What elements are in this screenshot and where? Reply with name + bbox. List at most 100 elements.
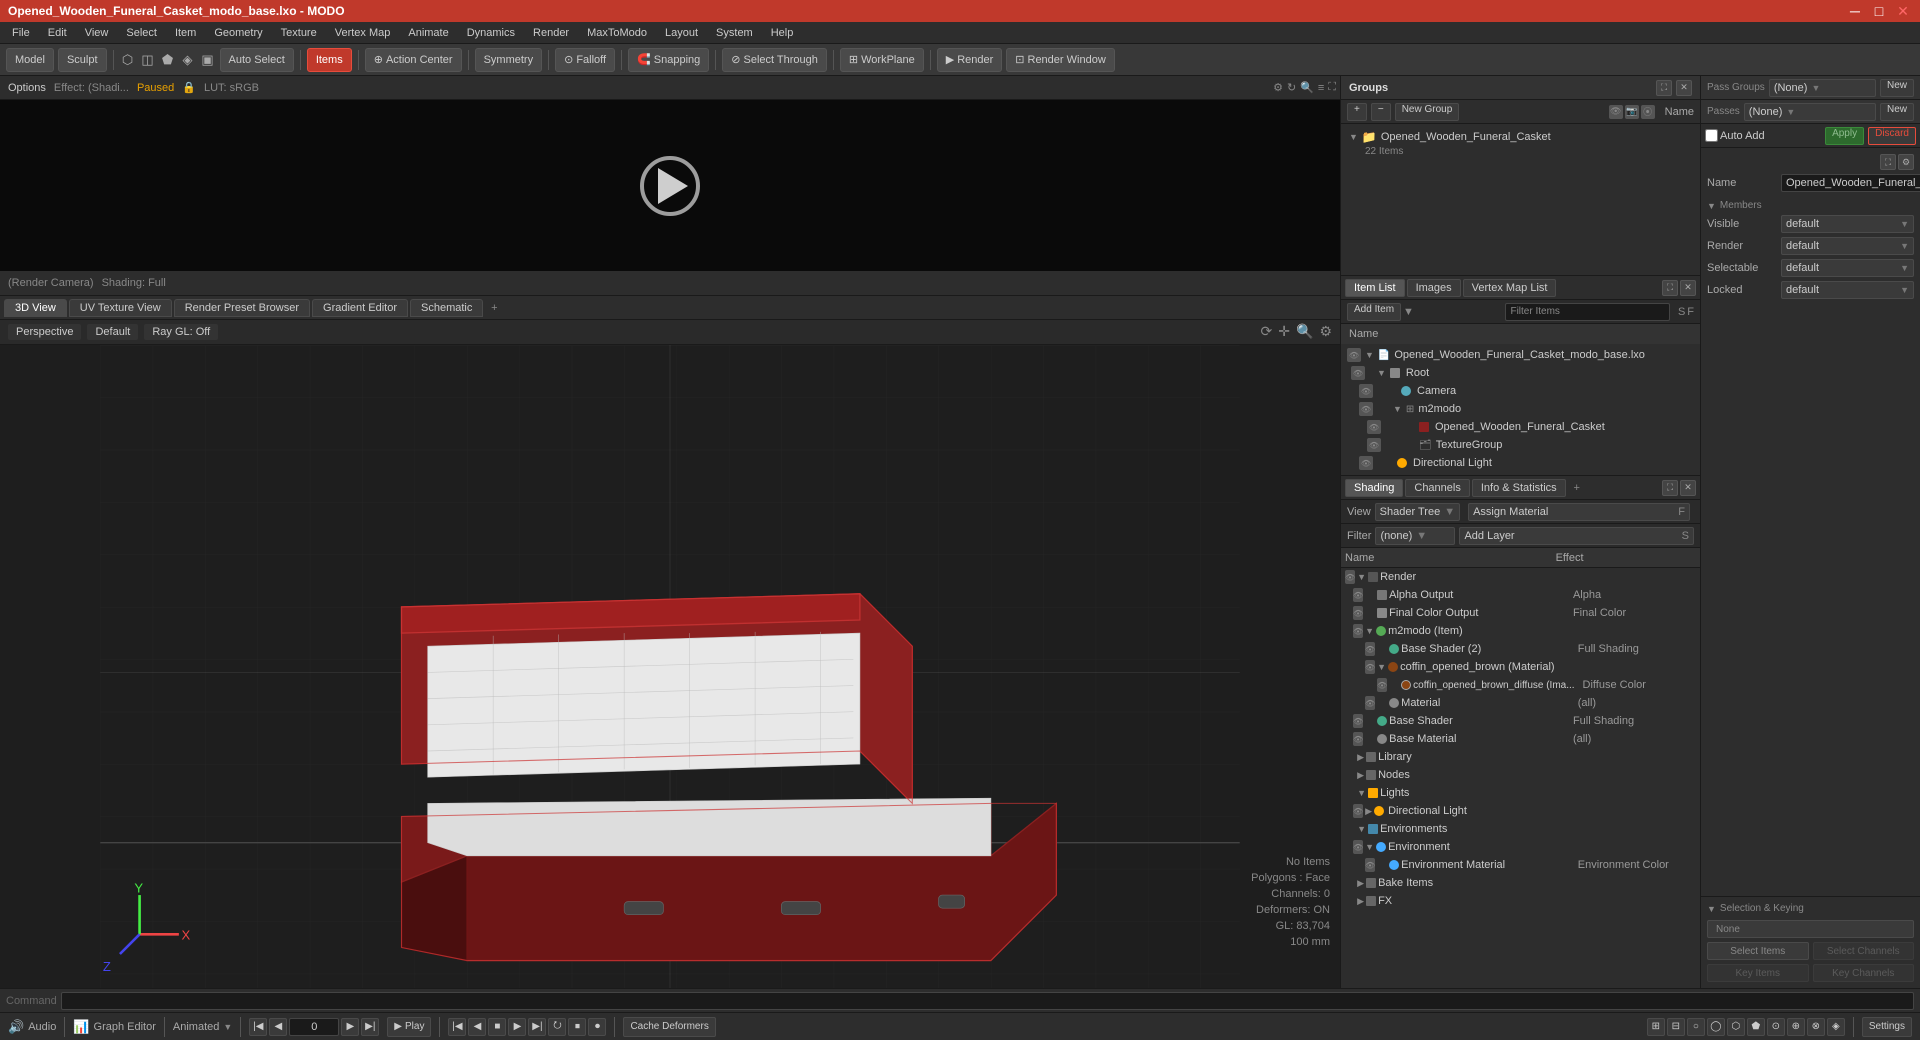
transport-1[interactable]: |◀: [448, 1018, 466, 1036]
shader-row-finalcolor[interactable]: 👁 Final Color Output Final Color▼: [1341, 604, 1700, 622]
tab-info-stats[interactable]: Info & Statistics: [1472, 479, 1566, 497]
mode-icon-3[interactable]: ⬟: [160, 52, 176, 68]
extra-2[interactable]: ⊟: [1667, 1018, 1685, 1036]
extra-10[interactable]: ◈: [1827, 1018, 1845, 1036]
shader-vis-dirlight[interactable]: 👁: [1353, 804, 1363, 818]
tab-uv-texture[interactable]: UV Texture View: [69, 299, 172, 317]
extra-5[interactable]: ⬡: [1727, 1018, 1745, 1036]
vp-zoom-icon[interactable]: 🔍: [1296, 323, 1313, 340]
members-expand[interactable]: ▼: [1707, 201, 1716, 211]
groups-new-group-btn[interactable]: New Group: [1395, 103, 1460, 121]
item-add-dropdown[interactable]: ▼: [1403, 306, 1414, 318]
shader-row-coffin-diff[interactable]: 👁 coffin_opened_brown_diffuse (Ima... Di…: [1341, 676, 1700, 694]
item-vis-2[interactable]: 👁: [1351, 366, 1365, 380]
item-panel-expand[interactable]: ⛶: [1662, 280, 1678, 296]
item-vis-6[interactable]: 👁: [1367, 438, 1381, 452]
tab-gradient-editor[interactable]: Gradient Editor: [312, 299, 408, 317]
m2modo-expand[interactable]: ▼: [1377, 404, 1402, 414]
shader-row-coffin-mat[interactable]: 👁 ▼ coffin_opened_brown (Material): [1341, 658, 1700, 676]
mode-icon-5[interactable]: ▣: [200, 52, 216, 68]
mode-icon-2[interactable]: ◫: [140, 52, 156, 68]
select-through-btn[interactable]: ⊘ Select Through: [722, 48, 827, 72]
shader-vis-envmat[interactable]: 👁: [1365, 858, 1375, 872]
prev-frame-btn[interactable]: ◀: [269, 1018, 287, 1036]
mode-icon-4[interactable]: ◈: [180, 52, 196, 68]
play-button[interactable]: [640, 156, 700, 216]
list-item-texturegroup[interactable]: 👁 🗂 TextureGroup: [1343, 436, 1698, 454]
mode-icon-1[interactable]: ⬡: [120, 52, 136, 68]
locked-select[interactable]: default ▼: [1781, 281, 1914, 299]
item-vis-5[interactable]: 👁: [1367, 420, 1381, 434]
shader-row-m2modo[interactable]: 👁 ▼ m2modo (Item): [1341, 622, 1700, 640]
groups-eye-2[interactable]: 📷: [1625, 105, 1639, 119]
render-refresh-icon[interactable]: ↻: [1287, 81, 1296, 94]
transport-6[interactable]: ⭮: [548, 1018, 566, 1036]
shader-vis-env[interactable]: 👁: [1353, 840, 1363, 854]
item-vis-icon[interactable]: 👁: [1347, 348, 1361, 362]
menu-texture[interactable]: Texture: [273, 25, 325, 41]
shader-row-lights[interactable]: 👁 ▼ Lights: [1341, 784, 1700, 802]
selectable-select[interactable]: default ▼: [1781, 259, 1914, 277]
items-btn[interactable]: Items: [307, 48, 352, 72]
m2modo-expand2[interactable]: ▼: [1365, 626, 1374, 636]
model-viewport[interactable]: X Y Z No Items Polygons : Face Channels:…: [0, 345, 1340, 1000]
symmetry-btn[interactable]: Symmetry: [475, 48, 543, 72]
tab-images[interactable]: Images: [1407, 279, 1461, 297]
list-item-light[interactable]: 👁 Directional Light: [1343, 454, 1698, 472]
env-expand[interactable]: ▼: [1365, 842, 1374, 852]
prop-expand-all[interactable]: ⛶: [1880, 154, 1896, 170]
tab-schematic[interactable]: Schematic: [410, 299, 483, 317]
nodes-expand[interactable]: ▶: [1357, 770, 1364, 781]
groups-add-icon[interactable]: +: [1347, 103, 1367, 121]
name-value-field[interactable]: Opened_Wooden_Funeral_Casket: [1781, 174, 1920, 192]
tab-vertex-map-list[interactable]: Vertex Map List: [1463, 279, 1557, 297]
shader-tree-select[interactable]: Shader Tree ▼: [1375, 503, 1460, 521]
list-item-m2modo[interactable]: 👁 ▼ ⊞ m2modo: [1343, 400, 1698, 418]
menu-dynamics[interactable]: Dynamics: [459, 25, 523, 41]
viewport-3d[interactable]: Perspective Default Ray GL: Off ⟳ ✛ 🔍 ⚙: [0, 320, 1340, 1034]
apply-btn[interactable]: Apply: [1825, 127, 1864, 145]
cache-deformers-btn[interactable]: Cache Deformers: [623, 1017, 715, 1037]
passes-select[interactable]: (None) ▼: [1744, 103, 1876, 121]
dl-expand[interactable]: ▶: [1365, 806, 1372, 817]
transport-3[interactable]: ■: [488, 1018, 506, 1036]
go-to-end-btn[interactable]: ▶|: [361, 1018, 379, 1036]
audio-btn[interactable]: 🔊 Audio: [8, 1019, 56, 1035]
extra-1[interactable]: ⊞: [1647, 1018, 1665, 1036]
maximize-btn[interactable]: □: [1870, 3, 1888, 20]
transport-5[interactable]: ▶|: [528, 1018, 546, 1036]
extra-6[interactable]: ⬟: [1747, 1018, 1765, 1036]
transport-7[interactable]: ⏹: [568, 1018, 586, 1036]
vp-rotate-icon[interactable]: ⟳: [1261, 323, 1273, 340]
tab-item-list[interactable]: Item List: [1345, 279, 1405, 297]
menu-system[interactable]: System: [708, 25, 761, 41]
extra-8[interactable]: ⊕: [1787, 1018, 1805, 1036]
shader-close[interactable]: ✕: [1680, 480, 1696, 496]
filter-items-input[interactable]: Filter Items: [1505, 303, 1669, 321]
envs-expand[interactable]: ▼: [1357, 824, 1366, 834]
close-btn[interactable]: ✕: [1894, 3, 1912, 20]
group-row-casket[interactable]: ▼ 📁 Opened_Wooden_Funeral_Casket: [1345, 128, 1696, 146]
shader-vis-coffin[interactable]: 👁: [1365, 660, 1375, 674]
extra-7[interactable]: ⊙: [1767, 1018, 1785, 1036]
graph-editor-btn[interactable]: 📊 Graph Editor: [73, 1019, 156, 1035]
menu-geometry[interactable]: Geometry: [206, 25, 270, 41]
shader-row-baseshader[interactable]: 👁 Base Shader Full Shading▼: [1341, 712, 1700, 730]
sel-none-btn[interactable]: None: [1707, 920, 1914, 938]
shader-tab-add[interactable]: +: [1568, 479, 1586, 497]
viewport-style-label[interactable]: Default: [87, 324, 138, 340]
filter-none-select[interactable]: (none) ▼: [1375, 527, 1455, 545]
shader-row-envmat[interactable]: 👁 Environment Material Environment Color…: [1341, 856, 1700, 874]
menu-item[interactable]: Item: [167, 25, 204, 41]
render-select[interactable]: default ▼: [1781, 237, 1914, 255]
command-input[interactable]: [61, 992, 1914, 1010]
list-item-root[interactable]: 👁 ▼ Root: [1343, 364, 1698, 382]
shader-vis-mat[interactable]: 👁: [1365, 696, 1375, 710]
root-expand[interactable]: ▼: [1369, 368, 1386, 378]
animated-btn[interactable]: Animated ▼: [173, 1021, 232, 1033]
visible-select[interactable]: default ▼: [1781, 215, 1914, 233]
render-btn[interactable]: ▶ Render: [937, 48, 1003, 72]
item-panel-close[interactable]: ✕: [1680, 280, 1696, 296]
next-frame-btn[interactable]: ▶: [341, 1018, 359, 1036]
action-center-btn[interactable]: ⊕ Action Center: [365, 48, 462, 72]
